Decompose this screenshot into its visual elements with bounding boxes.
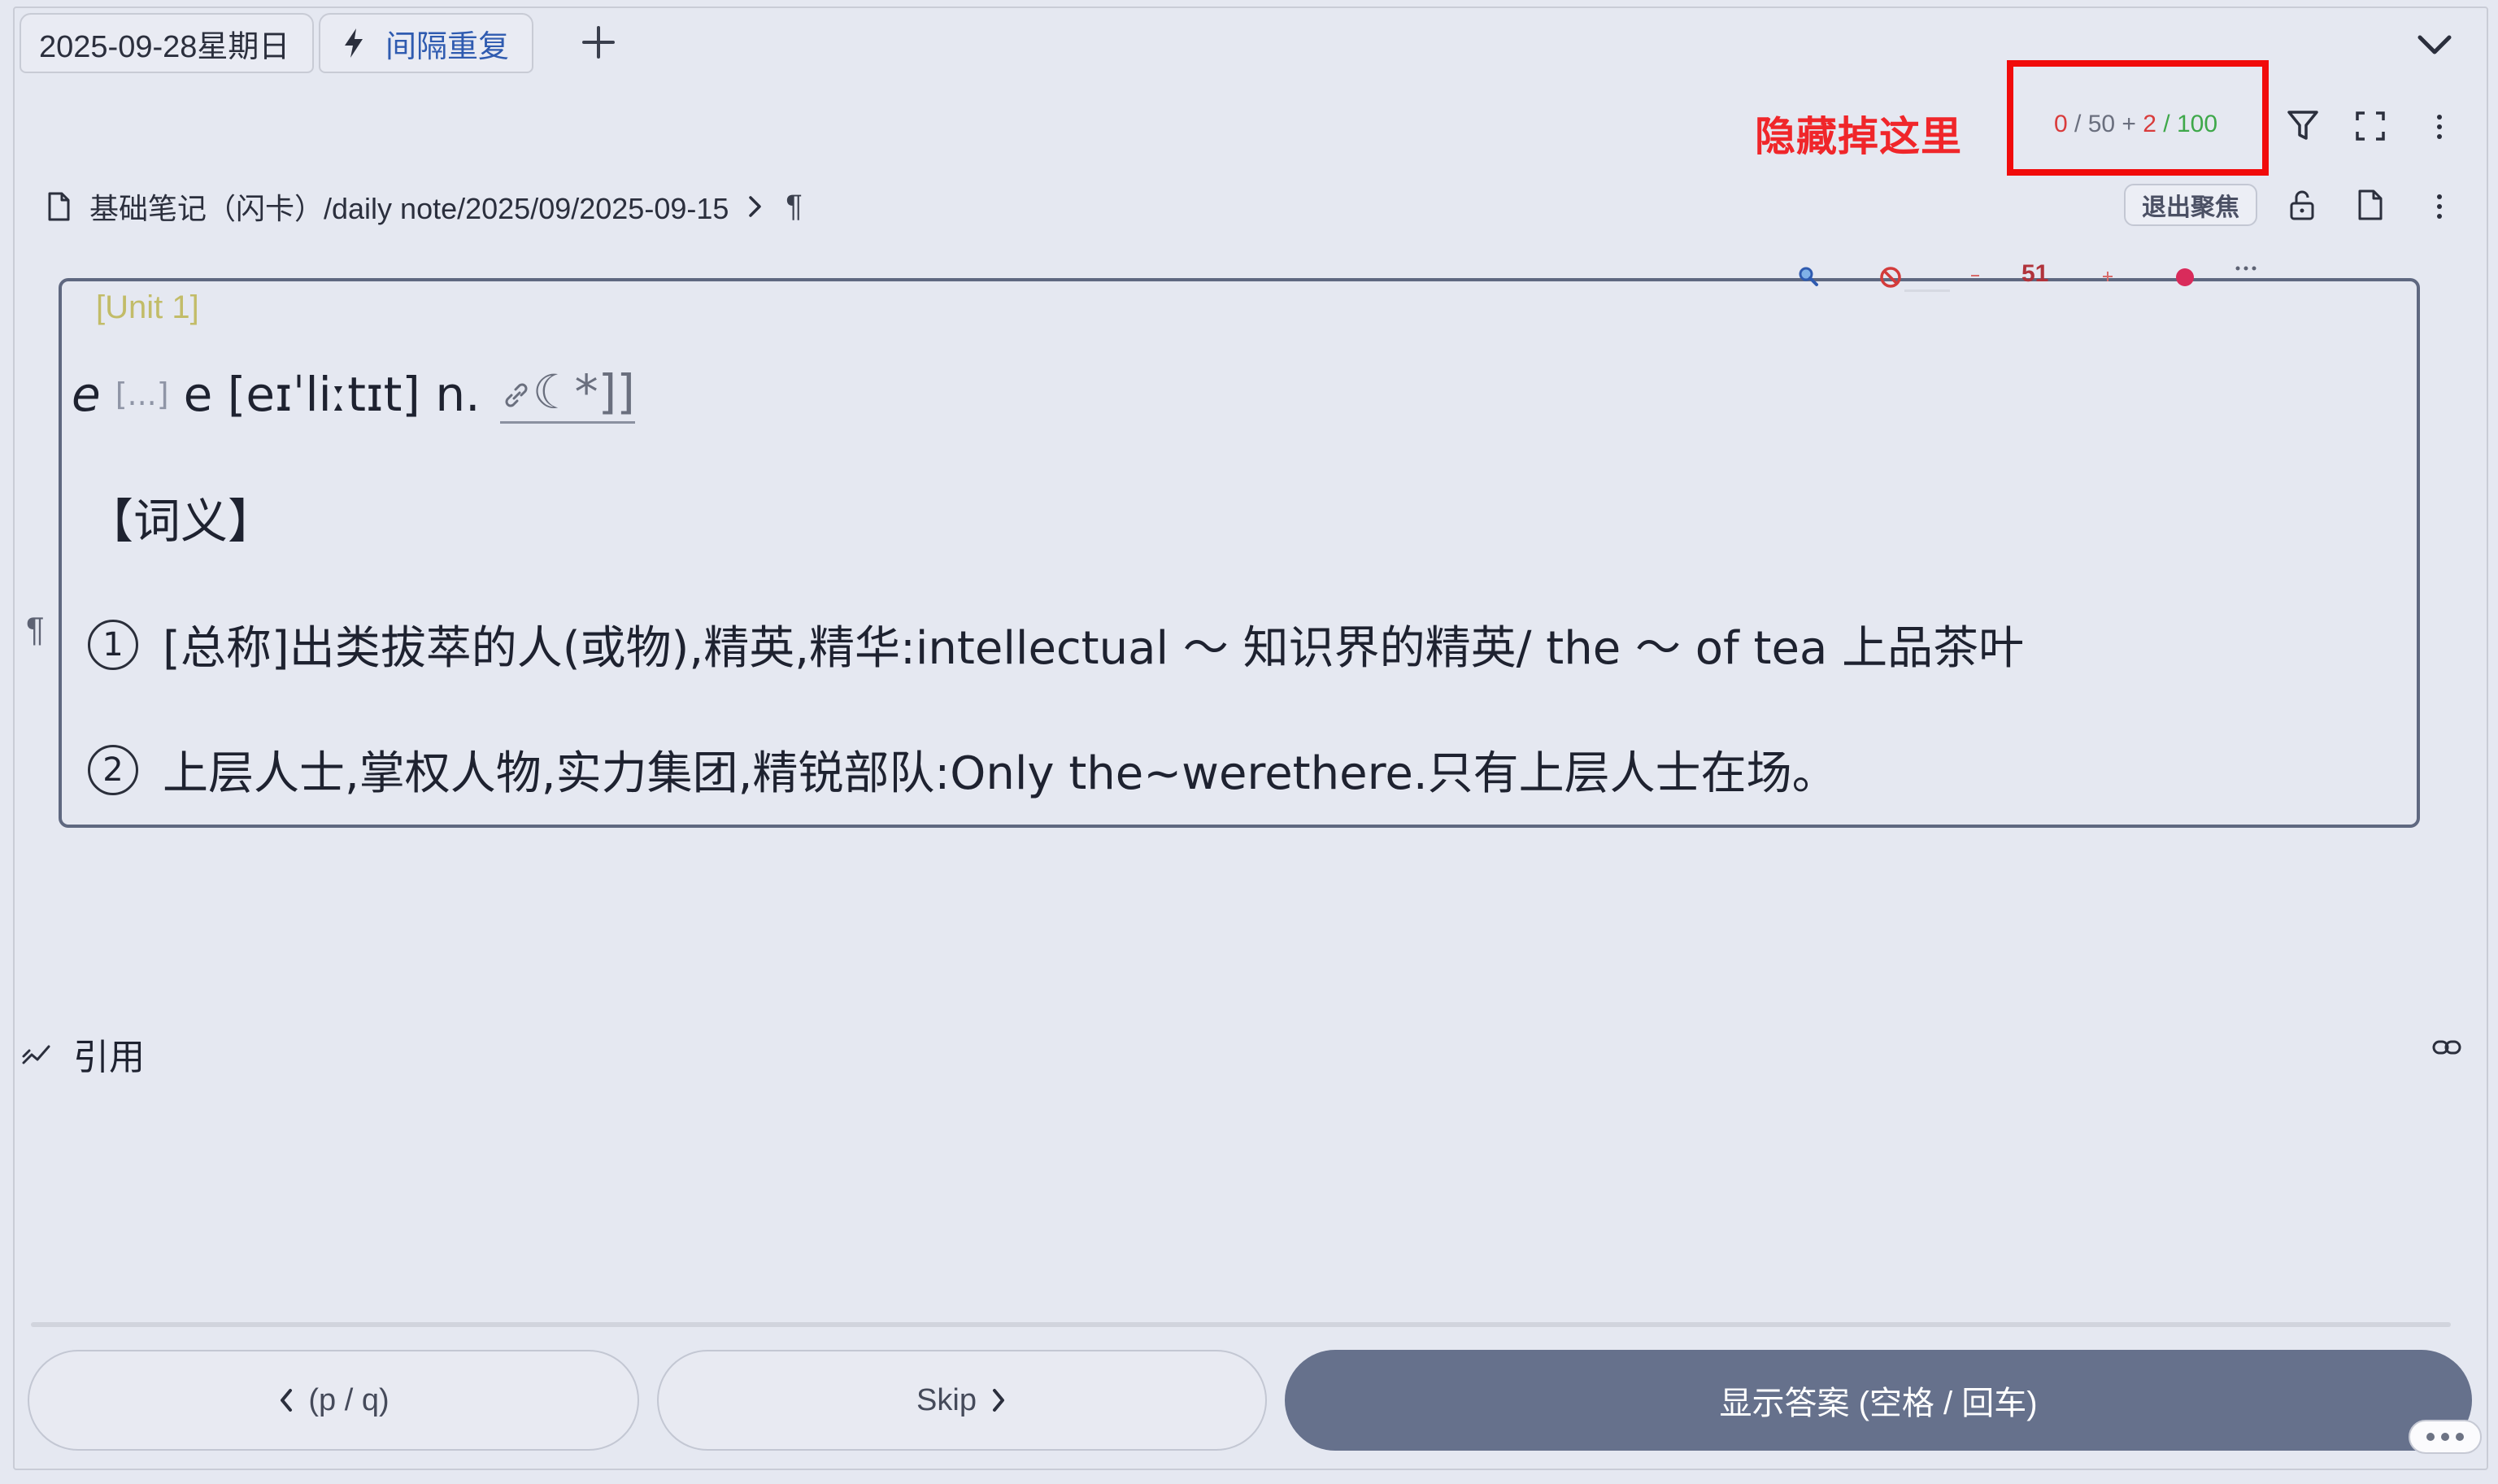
- more-vertical-icon-2[interactable]: [2431, 192, 2448, 221]
- plus-icon[interactable]: [2101, 270, 2114, 283]
- toolbar-underline: [1904, 289, 1950, 292]
- card-mini-toolbar: 51: [1789, 259, 2261, 294]
- more-horizontal-icon[interactable]: [2235, 263, 2257, 273]
- review-total-count: 100: [2176, 111, 2218, 137]
- dot: [2441, 1433, 2449, 1441]
- definition-text: 上层人士,掌权人物,实力集团,精锐部队:Only the~werethere.只…: [163, 747, 1838, 800]
- dot: [2426, 1433, 2435, 1441]
- chevron-down-icon[interactable]: [2413, 29, 2456, 62]
- references-label: 引用: [73, 1038, 145, 1077]
- references-section[interactable]: 引用: [21, 1028, 145, 1080]
- definition-item: 2 上层人士,掌权人物,实力集团,精锐部队:Only the~werethere…: [88, 737, 1838, 803]
- previous-button[interactable]: (p / q): [28, 1350, 639, 1451]
- review-done-count: 2: [2143, 111, 2156, 137]
- new-tab-plus-icon[interactable]: [577, 21, 620, 63]
- fullscreen-icon[interactable]: [2355, 111, 2386, 141]
- link-suffix-text: ☾*]]: [532, 364, 635, 420]
- breadcrumb-path[interactable]: 基础笔记（闪卡）/daily note/2025/09/2025-09-15: [89, 185, 729, 228]
- counter-sep: /: [2067, 111, 2088, 137]
- link-icon[interactable]: [2431, 1036, 2462, 1059]
- chevron-right-icon: [992, 1389, 1004, 1412]
- more-vertical-icon[interactable]: [2431, 112, 2448, 141]
- word-prefix: e: [72, 366, 101, 422]
- counter-sep-2: /: [2156, 111, 2177, 137]
- block-icon[interactable]: [1878, 265, 1903, 289]
- show-answer-button[interactable]: 显示答案 (空格 / 回车): [1285, 1350, 2472, 1451]
- word-pronunciation: e [eɪˈliːtɪt] n.: [183, 366, 481, 422]
- tab-date-label: 2025-09-28星期日: [39, 29, 290, 64]
- unlock-icon[interactable]: [2288, 189, 2316, 221]
- paragraph-handle-icon[interactable]: ¶: [26, 610, 45, 649]
- document-icon: [48, 192, 70, 221]
- definition-number: 2: [88, 744, 138, 795]
- definition-text: [总称]出类拔萃的人(或物),精英,精华:intellectual ～ 知识界的…: [163, 622, 2025, 675]
- tab-review-label: 间隔重复: [385, 29, 510, 64]
- block-pilcrow[interactable]: ¶: [786, 189, 802, 224]
- card-count: 51: [2021, 260, 2049, 287]
- new-total-count: 50: [2087, 111, 2116, 137]
- divider: [31, 1322, 2451, 1327]
- cloze-placeholder[interactable]: [...]: [115, 376, 169, 412]
- exit-focus-button[interactable]: 退出聚焦: [2124, 184, 2257, 226]
- counter-plus: +: [2115, 111, 2143, 137]
- annotation-note: 隐藏掉这里: [1755, 114, 1962, 159]
- trend-icon: [22, 1045, 50, 1064]
- review-counter: 0 / 50 + 2 / 100: [2054, 111, 2217, 138]
- more-options-pill[interactable]: [2409, 1420, 2482, 1454]
- definition-item: 1 [总称]出类拔萃的人(或物),精英,精华:intellectual ～ 知识…: [88, 611, 2024, 677]
- word-headline[interactable]: e [...] e [eɪˈliːtɪt] n. ☾*]]: [72, 364, 635, 424]
- dot: [2456, 1433, 2464, 1441]
- file-icon[interactable]: [2357, 189, 2384, 221]
- tab-spaced-repetition[interactable]: 间隔重复: [319, 13, 533, 73]
- link-suffix[interactable]: ☾*]]: [499, 364, 635, 424]
- previous-button-label: (p / q): [308, 1382, 389, 1417]
- link-icon: [505, 383, 528, 407]
- new-done-count: 0: [2054, 111, 2068, 137]
- breadcrumb[interactable]: 基础笔记（闪卡）/daily note/2025/09/2025-09-15 ¶: [47, 187, 803, 226]
- skip-button[interactable]: Skip: [657, 1350, 1267, 1451]
- lightning-icon: [345, 28, 363, 58]
- chevron-right-icon: [749, 196, 762, 217]
- section-title: 【词义】: [86, 494, 276, 549]
- minus-icon[interactable]: [1969, 272, 1981, 280]
- filter-icon[interactable]: [2285, 107, 2321, 143]
- record-dot-icon[interactable]: [2174, 267, 2196, 288]
- search-icon[interactable]: [1797, 265, 1820, 288]
- tab-daily-note[interactable]: 2025-09-28星期日: [20, 13, 314, 73]
- chevron-left-icon: [281, 1389, 293, 1412]
- skip-button-label: Skip: [916, 1382, 977, 1417]
- unit-tag[interactable]: [Unit 1]: [96, 289, 199, 326]
- definition-number: 1: [88, 619, 138, 670]
